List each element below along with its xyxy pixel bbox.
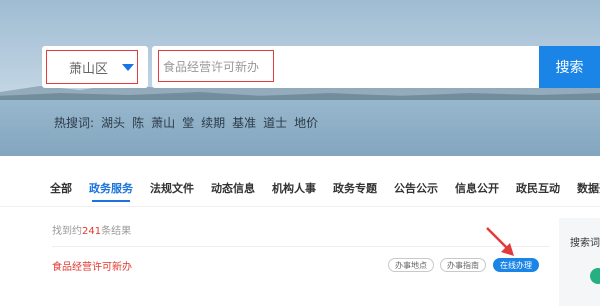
sidebar-title: 搜索词 [570, 238, 600, 249]
service-guide-button[interactable]: 办事指南 [440, 258, 486, 272]
tab-regulations[interactable]: 法规文件 [150, 180, 194, 198]
tab-personnel[interactable]: 机构人事 [272, 180, 316, 198]
hot-search-term[interactable]: 湖头 [101, 114, 125, 131]
hot-search-term[interactable]: 陈 [132, 114, 144, 131]
result-count-suffix: 条结果 [101, 226, 132, 237]
hot-search-term[interactable]: 续期 [201, 114, 225, 131]
result-title-link[interactable]: 食品经营许可新办 [52, 258, 132, 273]
result-count-number: 241 [82, 226, 102, 237]
annotation-arrow-icon [486, 227, 514, 256]
tab-all[interactable]: 全部 [50, 180, 72, 198]
tab-government-services[interactable]: 政务服务 [89, 180, 133, 198]
tab-information-disclosure[interactable]: 信息公开 [455, 180, 499, 198]
sidebar-panel [559, 218, 600, 306]
region-select-value: 萧山区 [69, 61, 109, 77]
hot-searches: 热搜词: 湖头 陈 萧山 堂 续期 基准 道士 地价 [54, 114, 318, 131]
divider [0, 206, 600, 207]
tab-topics[interactable]: 政务专题 [333, 180, 377, 198]
hot-search-term[interactable]: 堂 [182, 114, 194, 131]
search-button[interactable]: 搜索 [539, 46, 600, 88]
tab-announcements[interactable]: 公告公示 [394, 180, 438, 198]
active-tab-indicator [92, 200, 130, 202]
green-circle-icon [590, 268, 600, 284]
hot-search-term[interactable]: 地价 [294, 114, 318, 131]
tab-open-data[interactable]: 数据开 [577, 180, 600, 198]
service-location-button[interactable]: 办事地点 [388, 258, 434, 272]
hot-searches-label: 热搜词: [54, 116, 95, 130]
search-box: 食品经营许可新办 [152, 46, 539, 88]
category-tabs: 全部 政务服务 法规文件 动态信息 机构人事 政务专题 公告公示 信息公开 政民… [50, 180, 600, 198]
tab-news[interactable]: 动态信息 [211, 180, 255, 198]
result-count: 找到约241条结果 [52, 222, 131, 237]
region-select[interactable]: 萧山区 [46, 50, 138, 84]
online-service-button[interactable]: 在线办理 [493, 258, 539, 272]
caret-down-icon[interactable] [122, 63, 135, 71]
hot-search-term[interactable]: 基准 [232, 114, 256, 131]
hot-search-term[interactable]: 萧山 [151, 114, 175, 131]
divider [52, 246, 550, 247]
search-input[interactable]: 食品经营许可新办 [158, 50, 274, 82]
result-count-prefix: 找到约 [52, 226, 82, 237]
tab-public-interaction[interactable]: 政民互动 [516, 180, 560, 198]
hot-search-term[interactable]: 道士 [263, 114, 287, 131]
